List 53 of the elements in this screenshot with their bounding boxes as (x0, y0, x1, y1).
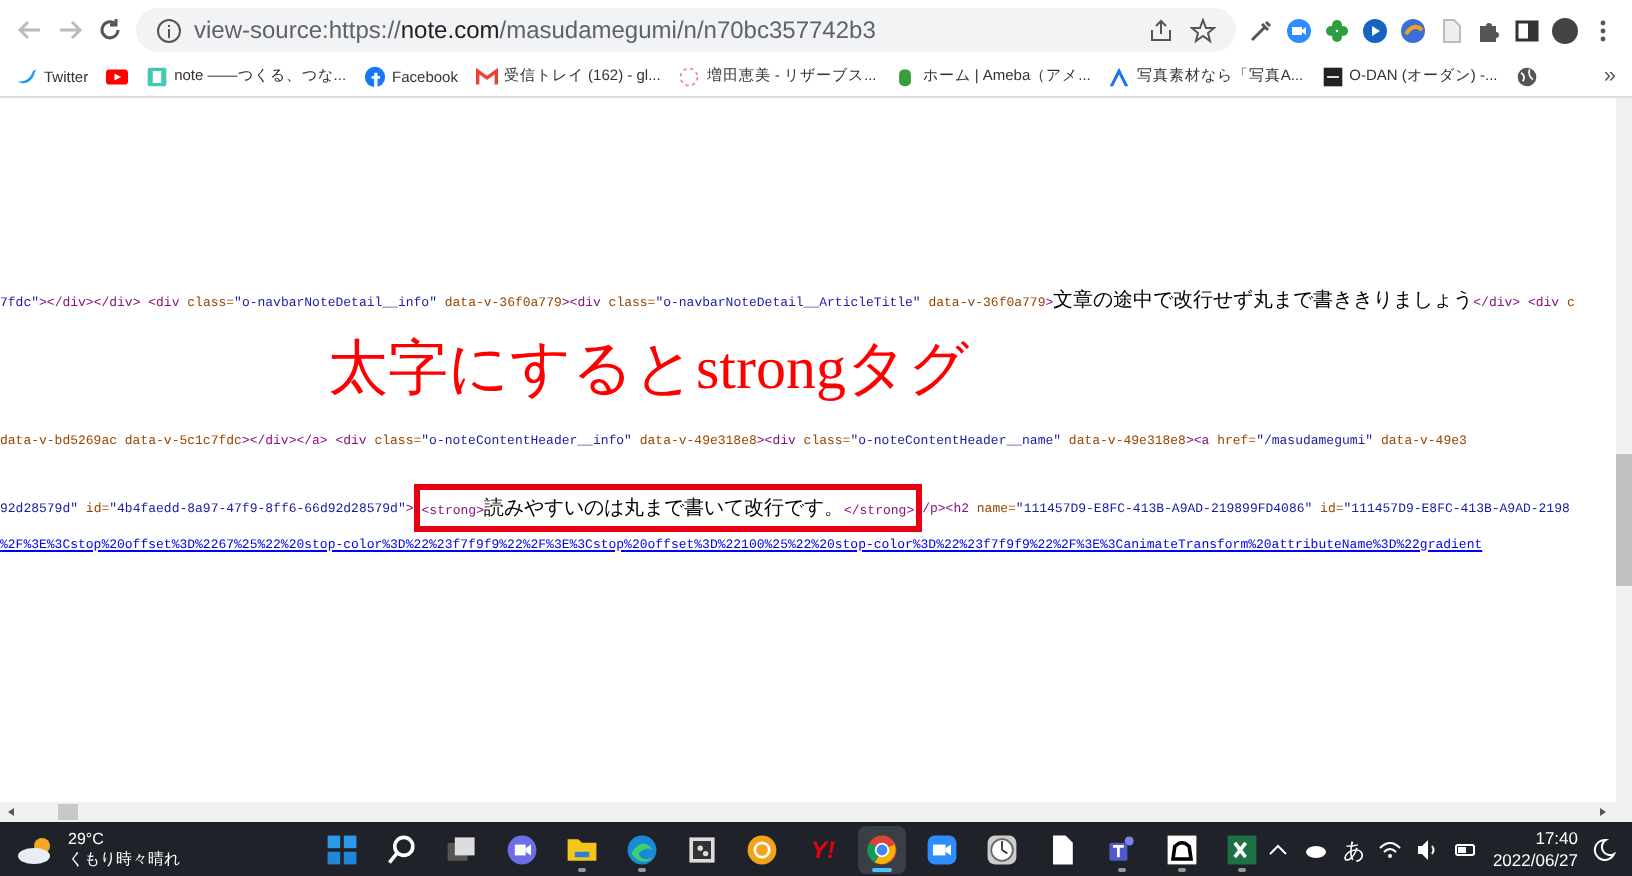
cloud-app-icon (1164, 832, 1201, 868)
triangle-icon (1108, 65, 1131, 87)
ime-indicator[interactable]: あ (1342, 835, 1365, 865)
address-bar[interactable]: view-source:https://note.com/masudamegumi/n/n70bc357742b3 (136, 8, 1236, 52)
bookmark[interactable] (1515, 65, 1538, 87)
search-icon (384, 832, 421, 868)
wifi-icon[interactable] (1378, 838, 1403, 862)
puzzle-icon[interactable] (1476, 17, 1502, 43)
scrollbar-thumb[interactable] (58, 804, 78, 820)
url-text: view-source:https://note.com/masudamegumi/n/n70bc357742b3 (194, 16, 876, 44)
clover-icon[interactable] (1324, 17, 1350, 43)
clock-icon (984, 832, 1021, 868)
battery-icon[interactable] (1454, 838, 1479, 862)
weather-text: くもり時々晴れ (68, 850, 180, 870)
side-panel-icon[interactable] (1514, 17, 1540, 43)
bird-icon (16, 65, 38, 87)
orb-icon[interactable] (1400, 17, 1426, 43)
edge-browser-icon (624, 832, 661, 868)
share-icon[interactable] (1148, 17, 1174, 43)
dotted-circle-icon (678, 65, 701, 87)
windows-logo-icon (324, 832, 361, 868)
cloud-sun-icon[interactable] (16, 834, 56, 866)
video-camera-icon (924, 832, 961, 868)
notebook-icon (146, 65, 169, 87)
annotation-title: 太字にするとstrongタグ (326, 334, 972, 406)
globe-icon (1515, 65, 1538, 87)
avatar-icon[interactable] (1552, 17, 1578, 43)
eyedropper-icon[interactable] (1248, 17, 1274, 43)
app-icon (684, 832, 721, 868)
scroll-left-icon[interactable] (6, 806, 18, 818)
more-bookmarks-button[interactable]: » (1603, 64, 1616, 88)
clock[interactable]: 17:40 2022/06/27 (1492, 828, 1578, 872)
taskbar-app[interactable] (858, 826, 907, 874)
temperature-text: 29°C (68, 830, 106, 850)
frog-icon (894, 65, 917, 87)
moon-icon[interactable] (1592, 838, 1616, 862)
ring-app-icon (744, 832, 781, 868)
facebook-f-icon (364, 65, 387, 87)
horizontal-scrollbar[interactable] (0, 802, 1632, 822)
chrome-icon (864, 832, 901, 868)
info-icon[interactable] (156, 17, 182, 43)
play-icon[interactable] (1362, 17, 1388, 43)
envelope-m-icon (475, 65, 498, 87)
chat-icon (504, 832, 541, 868)
play-icon (106, 65, 129, 87)
excel-icon (1224, 832, 1261, 868)
reload-icon[interactable] (96, 16, 124, 44)
scroll-right-icon[interactable] (1596, 806, 1608, 818)
star-icon[interactable] (1190, 17, 1216, 43)
vertical-scrollbar[interactable] (1616, 98, 1632, 802)
square-icon (1321, 65, 1344, 87)
video-camera-icon[interactable] (1286, 17, 1312, 43)
bookmark[interactable] (106, 65, 129, 87)
